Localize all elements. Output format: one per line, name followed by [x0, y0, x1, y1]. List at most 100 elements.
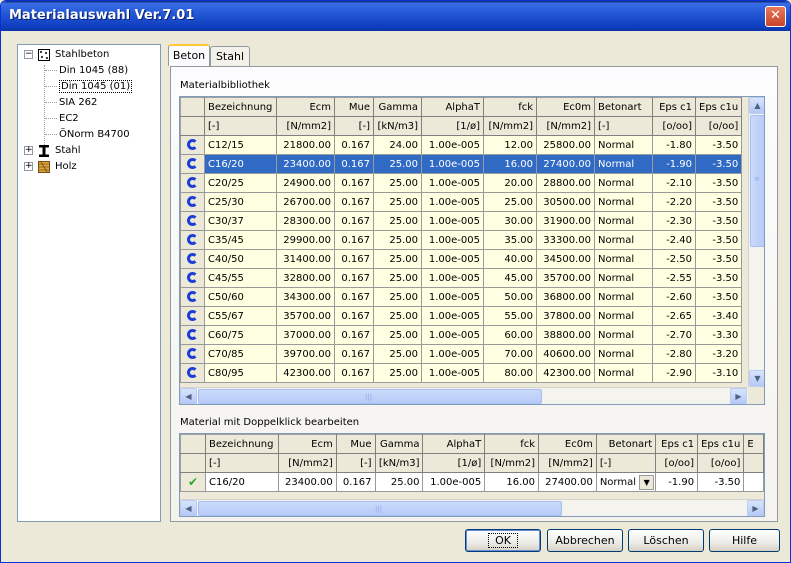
table-cell[interactable]: C20/25: [204, 173, 277, 193]
library-horizontal-scroll-thumb[interactable]: |||: [198, 389, 542, 404]
table-cell[interactable]: -2.80: [652, 344, 696, 364]
table-row[interactable]: C35/45 29900.00 0.167 25.00 1.00e-005 35.00 33…: [180, 230, 743, 250]
table-cell[interactable]: 23400.00: [276, 154, 335, 174]
loeschen-button[interactable]: Löschen: [628, 529, 704, 552]
column-header[interactable]: Ec0m: [536, 97, 595, 117]
table-cell[interactable]: -3.30: [694, 325, 743, 345]
table-cell[interactable]: -3.40: [694, 306, 743, 326]
table-cell[interactable]: 42300.00: [536, 363, 595, 383]
ok-button[interactable]: OK: [465, 529, 541, 552]
table-cell[interactable]: 20.00: [483, 173, 537, 193]
expand-icon[interactable]: +: [24, 162, 33, 171]
table-cell[interactable]: -3.50: [694, 154, 743, 174]
table-cell[interactable]: -2.20: [652, 192, 696, 212]
title-bar[interactable]: Materialauswahl Ver.7.01 ✕: [1, 1, 790, 31]
table-cell[interactable]: Normal: [594, 325, 653, 345]
table-row[interactable]: C20/25 24900.00 0.167 25.00 1.00e-005 20.00 28…: [180, 173, 743, 193]
table-cell[interactable]: 25.00: [373, 211, 422, 231]
table-cell[interactable]: 0.167: [334, 268, 374, 288]
table-cell[interactable]: 30.00: [483, 211, 537, 231]
table-cell[interactable]: -3.50: [694, 211, 743, 231]
scroll-up-icon[interactable]: ▲: [749, 97, 764, 114]
table-cell[interactable]: 25.00: [373, 363, 422, 383]
table-cell[interactable]: 25.00: [373, 344, 422, 364]
table-cell[interactable]: 31900.00: [536, 211, 595, 231]
table-cell[interactable]: 40.00: [483, 249, 537, 269]
table-cell[interactable]: 0.167: [334, 325, 374, 345]
column-header[interactable]: Mue: [335, 434, 376, 454]
table-cell[interactable]: 28800.00: [536, 173, 595, 193]
library-horizontal-scrollbar[interactable]: ◀ ||| ▶: [180, 387, 748, 404]
table-cell[interactable]: 1.00e-005: [421, 287, 484, 307]
table-cell[interactable]: 0.167: [334, 249, 374, 269]
editor-cell-fck[interactable]: 16.00: [484, 472, 540, 492]
scroll-right-icon[interactable]: ▶: [730, 388, 747, 404]
table-cell[interactable]: 27400.00: [536, 154, 595, 174]
table-cell[interactable]: -2.55: [652, 268, 696, 288]
table-cell[interactable]: 32800.00: [276, 268, 335, 288]
column-header[interactable]: Ec0m: [538, 434, 597, 454]
table-cell[interactable]: Normal: [594, 249, 653, 269]
table-cell[interactable]: 35700.00: [276, 306, 335, 326]
table-cell[interactable]: -3.10: [694, 363, 743, 383]
table-cell[interactable]: 25.00: [373, 306, 422, 326]
table-cell[interactable]: -2.40: [652, 230, 696, 250]
table-cell[interactable]: C30/37: [204, 211, 277, 231]
table-cell[interactable]: -3.50: [694, 268, 743, 288]
column-header[interactable]: Eps c1u: [697, 434, 745, 454]
hilfe-button[interactable]: Hilfe: [709, 529, 780, 552]
table-cell[interactable]: 1.00e-005: [421, 268, 484, 288]
column-header[interactable]: Bezeichnung: [204, 97, 277, 117]
editor-cell-ec0m[interactable]: 27400.00: [538, 472, 597, 492]
table-cell[interactable]: C16/20: [204, 154, 277, 174]
table-cell[interactable]: -3.50: [694, 173, 743, 193]
table-cell[interactable]: -2.70: [652, 325, 696, 345]
table-cell[interactable]: Normal: [594, 211, 653, 231]
table-row[interactable]: C45/55 32800.00 0.167 25.00 1.00e-005 45.00 35…: [180, 268, 743, 288]
table-cell[interactable]: 0.167: [334, 363, 374, 383]
column-header[interactable]: AlphaT: [422, 434, 486, 454]
table-cell[interactable]: 0.167: [334, 211, 374, 231]
table-cell[interactable]: 16.00: [483, 154, 537, 174]
column-header[interactable]: Ecm: [276, 97, 335, 117]
table-cell[interactable]: 1.00e-005: [421, 230, 484, 250]
table-cell[interactable]: C50/60: [204, 287, 277, 307]
table-cell[interactable]: 80.00: [483, 363, 537, 383]
table-cell[interactable]: Normal: [594, 135, 653, 155]
table-cell[interactable]: 60.00: [483, 325, 537, 345]
table-cell[interactable]: -2.10: [652, 173, 696, 193]
table-cell[interactable]: -1.80: [652, 135, 696, 155]
table-cell[interactable]: 0.167: [334, 306, 374, 326]
column-header[interactable]: Eps c1u: [694, 97, 743, 117]
table-cell[interactable]: Normal: [594, 154, 653, 174]
table-cell[interactable]: 0.167: [334, 154, 374, 174]
table-cell[interactable]: 0.167: [334, 230, 374, 250]
table-cell[interactable]: 0.167: [334, 173, 374, 193]
column-header[interactable]: Eps c1: [652, 97, 696, 117]
table-cell[interactable]: Normal: [594, 192, 653, 212]
table-cell[interactable]: -3.50: [694, 287, 743, 307]
table-row[interactable]: C70/85 39700.00 0.167 25.00 1.00e-005 70.00 40…: [180, 344, 743, 364]
editor-cell-mue[interactable]: 0.167: [335, 472, 376, 492]
tree-node-oenorm-b4700[interactable]: ÖNorm B4700: [59, 127, 130, 143]
table-cell[interactable]: 24900.00: [276, 173, 335, 193]
table-cell[interactable]: 37000.00: [276, 325, 335, 345]
column-header[interactable]: Mue: [334, 97, 374, 117]
table-cell[interactable]: C55/67: [204, 306, 277, 326]
table-cell[interactable]: C80/95: [204, 363, 277, 383]
table-cell[interactable]: 1.00e-005: [421, 154, 484, 174]
table-cell[interactable]: 29900.00: [276, 230, 335, 250]
table-row[interactable]: C55/67 35700.00 0.167 25.00 1.00e-005 55.00 37…: [180, 306, 743, 326]
table-cell[interactable]: 1.00e-005: [421, 173, 484, 193]
table-cell[interactable]: 25.00: [373, 249, 422, 269]
table-cell[interactable]: Normal: [594, 363, 653, 383]
dropdown-arrow-icon[interactable]: ▼: [639, 475, 655, 490]
table-cell[interactable]: 1.00e-005: [421, 135, 484, 155]
abbrechen-button[interactable]: Abbrechen: [547, 529, 623, 552]
scroll-right-icon[interactable]: ▶: [747, 500, 764, 516]
table-cell[interactable]: 30500.00: [536, 192, 595, 212]
table-cell[interactable]: -3.50: [694, 192, 743, 212]
close-button[interactable]: ✕: [765, 6, 786, 27]
column-header[interactable]: Ecm: [277, 434, 337, 454]
table-cell[interactable]: 40600.00: [536, 344, 595, 364]
